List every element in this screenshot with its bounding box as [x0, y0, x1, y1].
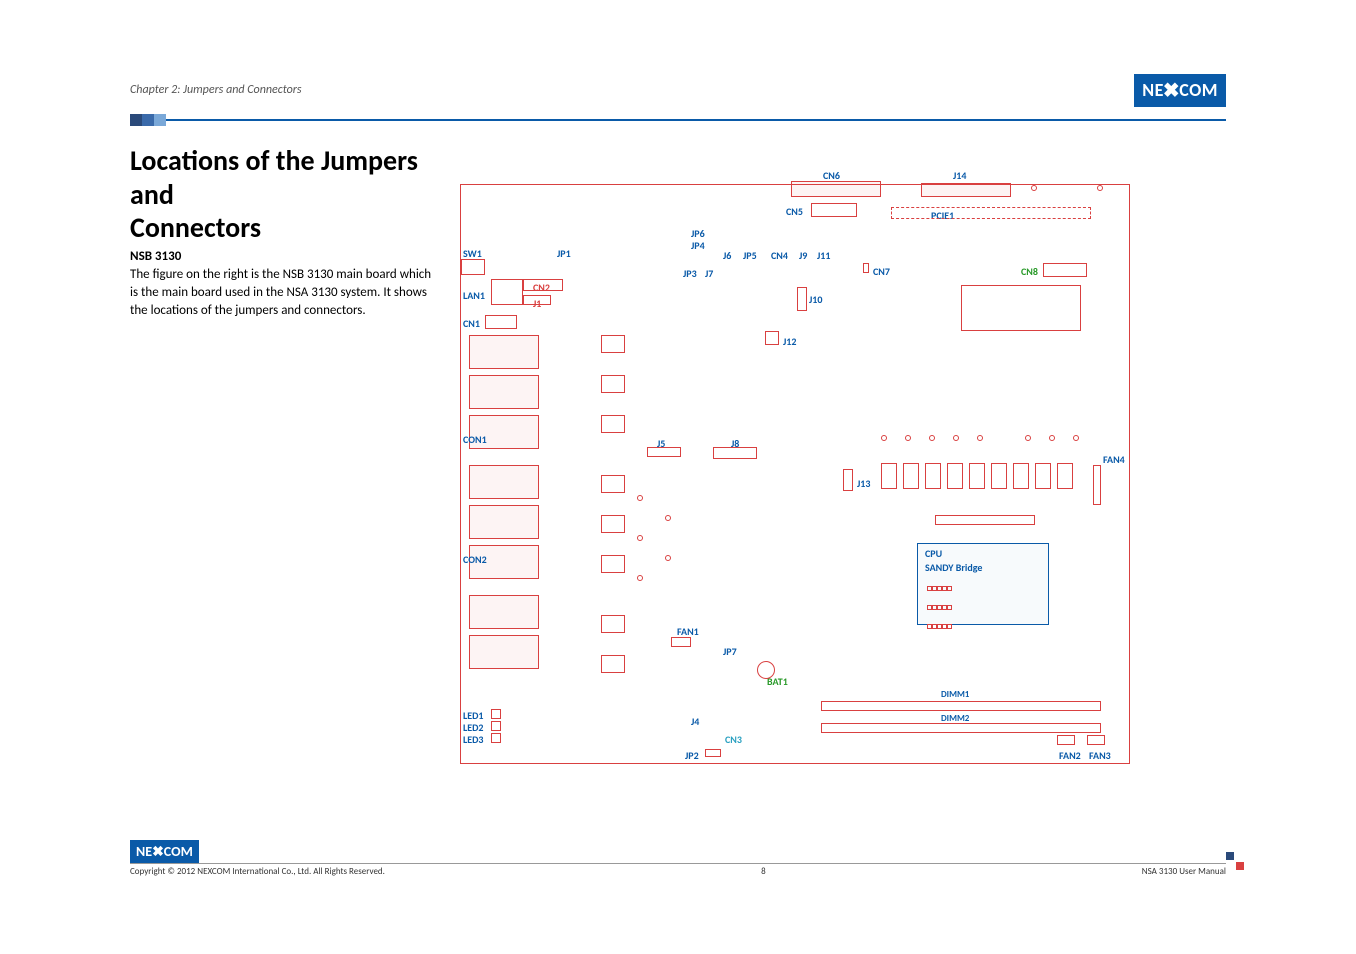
label-j12: J12 — [783, 335, 796, 348]
label-jp3: JP3 — [683, 267, 697, 280]
led-icon — [491, 709, 501, 719]
conn-lan1 — [491, 279, 523, 305]
label-j14: J14 — [953, 169, 966, 182]
label-fan3: FAN3 — [1089, 749, 1111, 762]
label-jp4: JP4 — [691, 239, 705, 252]
mount-hole-icon — [1031, 185, 1037, 191]
lan-port-block — [469, 635, 539, 669]
copyright-text: Copyright © 2012 NEXCOM International Co… — [130, 866, 385, 877]
conn-cn7 — [863, 263, 869, 273]
conn-j10 — [797, 287, 807, 311]
conn-cn5 — [811, 203, 857, 217]
label-sandy-bridge: SANDY Bridge — [925, 561, 982, 574]
slot-dimm2 — [821, 723, 1101, 733]
label-cn8: CN8 — [1021, 265, 1038, 278]
page-number: 8 — [761, 866, 766, 877]
conn-j1 — [523, 295, 551, 305]
label-con2: CON2 — [463, 553, 487, 566]
label-dimm2: DIMM2 — [941, 713, 969, 724]
lan-port-block — [469, 375, 539, 409]
conn-j8 — [713, 447, 757, 459]
lan-port-block — [469, 595, 539, 629]
conn-fan1 — [671, 637, 691, 647]
lan-port-block — [469, 505, 539, 539]
label-j11: J11 — [817, 249, 830, 262]
label-j9: J9 — [799, 249, 807, 262]
page-title: Locations of the Jumpers and Connectors — [130, 144, 440, 245]
led-icon — [491, 733, 501, 743]
slot-dimm1 — [821, 701, 1101, 711]
label-con1: CON1 — [463, 433, 487, 446]
label-j6: J6 — [723, 249, 731, 262]
label-fan2: FAN2 — [1059, 749, 1081, 762]
label-jp2: JP2 — [685, 749, 699, 762]
subtitle-model: NSB 3130 — [130, 249, 440, 264]
mainboard-diagram: CN6 J14 CN5 PCIE1 JP6 JP4 SW1 JP1 J6 JP5… — [460, 184, 1130, 764]
lan-port-block — [469, 335, 539, 369]
label-j7: J7 — [705, 267, 713, 280]
battery-icon — [757, 661, 775, 679]
label-led3: LED3 — [463, 733, 483, 746]
label-jp5: JP5 — [743, 249, 757, 262]
label-fan4: FAN4 — [1103, 453, 1125, 466]
lan-port-block — [469, 465, 539, 499]
mount-hole-icon — [1097, 185, 1103, 191]
label-j10: J10 — [809, 293, 822, 306]
label-cn5: CN5 — [786, 205, 803, 218]
intro-paragraph: The figure on the right is the NSB 3130 … — [130, 266, 440, 321]
label-jp7: JP7 — [723, 645, 737, 658]
chip-block — [961, 285, 1081, 331]
conn-cn2 — [523, 279, 563, 291]
conn-j13 — [843, 469, 853, 491]
conn-jp2 — [705, 749, 721, 757]
label-cn4: CN4 — [771, 249, 788, 262]
brand-logo-bottom: NE✖COM — [130, 840, 199, 863]
slot-pcie1 — [891, 207, 1091, 219]
conn-fan3 — [1087, 735, 1105, 745]
chapter-header: Chapter 2: Jumpers and Connectors — [130, 83, 302, 97]
label-cn1: CN1 — [463, 317, 480, 330]
logo-x-icon: ✖ — [152, 843, 164, 860]
conn-j5 — [647, 447, 681, 457]
label-j13: J13 — [857, 477, 870, 490]
conn-fan2 — [1057, 735, 1075, 745]
conn-sw1 — [461, 259, 485, 275]
conn-fan4 — [1093, 465, 1101, 505]
decorative-squares — [130, 114, 166, 126]
corner-decor-icon — [1226, 852, 1244, 870]
conn-cn8 — [1043, 263, 1087, 277]
conn-j14 — [921, 183, 1011, 197]
led-icon — [491, 721, 501, 731]
logo-x-icon: ✖ — [1163, 78, 1180, 103]
brand-logo-top: NE✖COM — [1134, 74, 1226, 107]
label-cpu: CPU — [925, 547, 942, 560]
header-rule — [166, 119, 1226, 121]
label-cn3: CN3 — [725, 733, 742, 746]
cpu-pad-grid-icon — [927, 577, 952, 634]
manual-title: NSA 3130 User Manual — [1142, 866, 1226, 877]
label-cn7: CN7 — [873, 265, 890, 278]
conn-j12 — [765, 331, 779, 345]
footer-rule — [130, 863, 1226, 864]
resistor-row — [935, 515, 1035, 525]
label-jp1: JP1 — [557, 247, 571, 260]
label-lan1: LAN1 — [463, 289, 485, 302]
label-dimm1: DIMM1 — [941, 689, 969, 700]
conn-cn1 — [485, 315, 517, 329]
label-j4: J4 — [691, 715, 699, 728]
conn-cn6 — [791, 181, 881, 197]
